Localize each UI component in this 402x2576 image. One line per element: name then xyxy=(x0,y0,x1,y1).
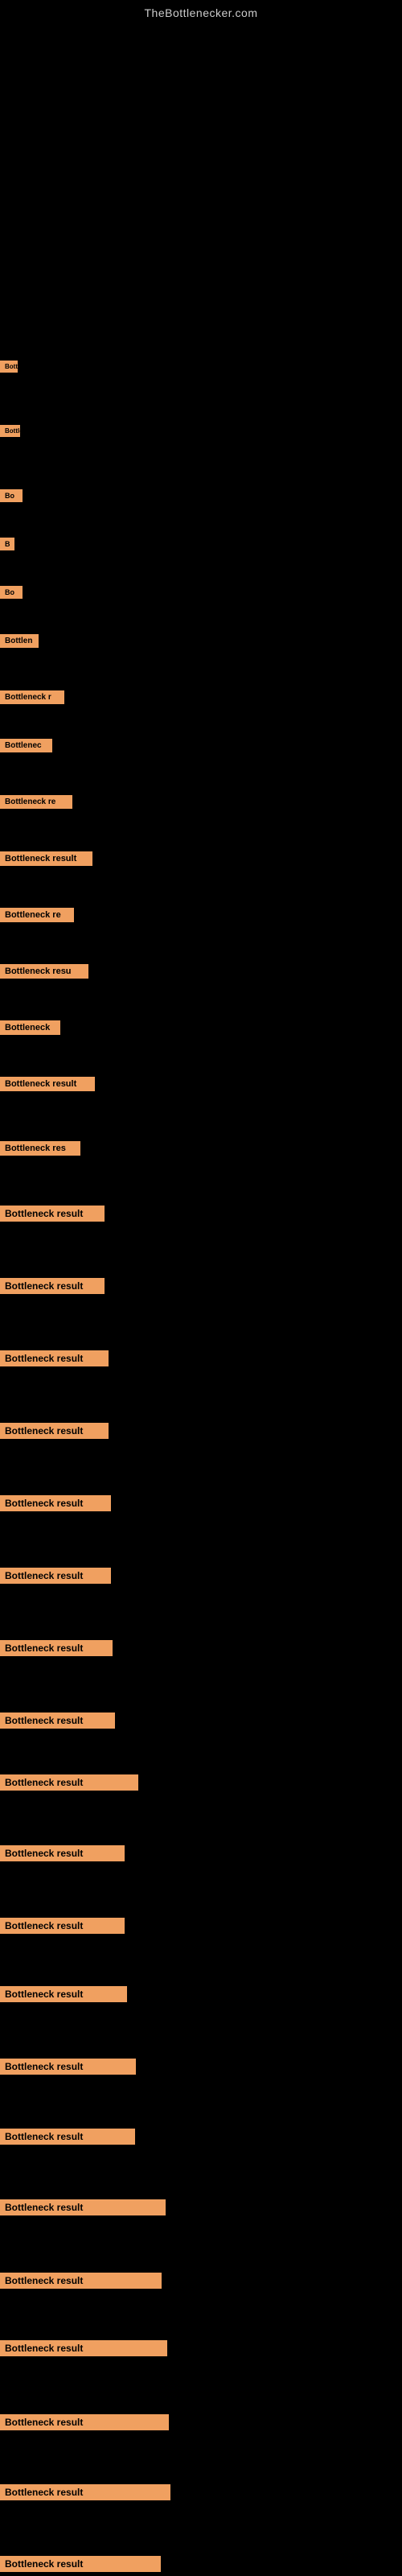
bottleneck-item: Bottleneck result xyxy=(0,1350,109,1370)
bottleneck-label[interactable]: Bottleneck result xyxy=(0,1278,105,1294)
bottleneck-label[interactable]: Bottleneck result xyxy=(0,851,92,866)
bottleneck-item: Bottleneck result xyxy=(0,1568,111,1588)
bottleneck-item: Bottleneck result xyxy=(0,1845,125,1865)
bottleneck-item: Bottleneck result xyxy=(0,2273,162,2293)
bottleneck-label[interactable]: Bottleneck result xyxy=(0,2340,167,2356)
bottleneck-label[interactable]: Bottleneck result xyxy=(0,1206,105,1222)
bottleneck-item: Bottleneck result xyxy=(0,1774,138,1795)
bottleneck-label[interactable]: Bottleneck result xyxy=(0,2273,162,2289)
bottleneck-item: Bottleneck re xyxy=(0,795,72,813)
bottleneck-label[interactable]: Bottleneck result xyxy=(0,1350,109,1366)
bottleneck-item: Bottleneck result xyxy=(0,1713,115,1733)
bottleneck-label[interactable]: Bottleneck resu xyxy=(0,964,88,979)
bottleneck-item: Bottleneck result xyxy=(0,1495,111,1515)
bottleneck-item: Bottleneck result xyxy=(0,1918,125,1938)
bottleneck-item: Bottlenec xyxy=(0,739,52,756)
bottleneck-item: Bo xyxy=(0,586,23,603)
bottleneck-item: Bottleneck result xyxy=(0,2199,166,2219)
bottleneck-item: Bottleneck result xyxy=(0,361,18,377)
bottleneck-item: Bottleneck result xyxy=(0,1077,95,1095)
bottleneck-item: Bottleneck result xyxy=(0,2556,161,2576)
bottleneck-item: Bottleneck result xyxy=(0,1423,109,1443)
bottleneck-item: Bottleneck result xyxy=(0,1206,105,1226)
bottleneck-label[interactable]: Bo xyxy=(0,586,23,599)
bottleneck-item: Bottleneck result xyxy=(0,2059,136,2079)
bottleneck-label[interactable]: Bottleneck result xyxy=(0,1918,125,1934)
bottleneck-item: Bottleneck xyxy=(0,1020,60,1039)
bottleneck-label[interactable]: Bottleneck result xyxy=(0,1986,127,2002)
site-title: TheBottlenecker.com xyxy=(0,0,402,23)
bottleneck-label[interactable]: B xyxy=(0,538,14,550)
bottleneck-item: Bottleneck result xyxy=(0,2129,135,2149)
bottleneck-item: Bottleneck result xyxy=(0,1986,127,2006)
bottleneck-label[interactable]: Bottleneck result xyxy=(0,425,20,437)
bottleneck-label[interactable]: Bottleneck result xyxy=(0,1774,138,1791)
bottleneck-label[interactable]: Bo xyxy=(0,489,23,502)
bottleneck-item: Bottlen xyxy=(0,634,39,652)
bottleneck-label[interactable]: Bottleneck result xyxy=(0,2059,136,2075)
bottleneck-label[interactable]: Bottlen xyxy=(0,634,39,648)
bottleneck-item: Bottleneck result xyxy=(0,2414,169,2434)
bottleneck-label[interactable]: Bottleneck result xyxy=(0,1640,113,1656)
bottleneck-label[interactable]: Bottlenec xyxy=(0,739,52,752)
bottleneck-item: Bottleneck result xyxy=(0,425,20,441)
bottleneck-item: Bottleneck result xyxy=(0,2340,167,2360)
bottleneck-label[interactable]: Bottleneck re xyxy=(0,795,72,809)
bottleneck-label[interactable]: Bottleneck xyxy=(0,1020,60,1035)
bottleneck-item: Bo xyxy=(0,489,23,506)
bottleneck-item: Bottleneck res xyxy=(0,1141,80,1160)
bottleneck-label[interactable]: Bottleneck result xyxy=(0,2484,170,2500)
bottleneck-label[interactable]: Bottleneck re xyxy=(0,908,74,922)
bottleneck-label[interactable]: Bottleneck result xyxy=(0,2129,135,2145)
bottleneck-item: Bottleneck r xyxy=(0,690,64,708)
bottleneck-label[interactable]: Bottleneck r xyxy=(0,690,64,704)
bottleneck-item: Bottleneck resu xyxy=(0,964,88,983)
bottleneck-label[interactable]: Bottleneck result xyxy=(0,2556,161,2572)
bottleneck-label[interactable]: Bottleneck result xyxy=(0,2199,166,2215)
bottleneck-item: B xyxy=(0,538,14,554)
bottleneck-item: Bottleneck result xyxy=(0,1640,113,1660)
bottleneck-item: Bottleneck result xyxy=(0,1278,105,1298)
bottleneck-label[interactable]: Bottleneck result xyxy=(0,1077,95,1091)
bottleneck-item: Bottleneck re xyxy=(0,908,74,926)
bottleneck-item: Bottleneck result xyxy=(0,2484,170,2504)
bottleneck-item: Bottleneck result xyxy=(0,851,92,870)
bottleneck-label[interactable]: Bottleneck result xyxy=(0,1845,125,1861)
bottleneck-label[interactable]: Bottleneck result xyxy=(0,1423,109,1439)
bottleneck-label[interactable]: Bottleneck result xyxy=(0,2414,169,2430)
bottleneck-label[interactable]: Bottleneck result xyxy=(0,361,18,373)
bottleneck-label[interactable]: Bottleneck result xyxy=(0,1568,111,1584)
bottleneck-label[interactable]: Bottleneck result xyxy=(0,1495,111,1511)
bottleneck-label[interactable]: Bottleneck res xyxy=(0,1141,80,1156)
bottleneck-label[interactable]: Bottleneck result xyxy=(0,1713,115,1729)
